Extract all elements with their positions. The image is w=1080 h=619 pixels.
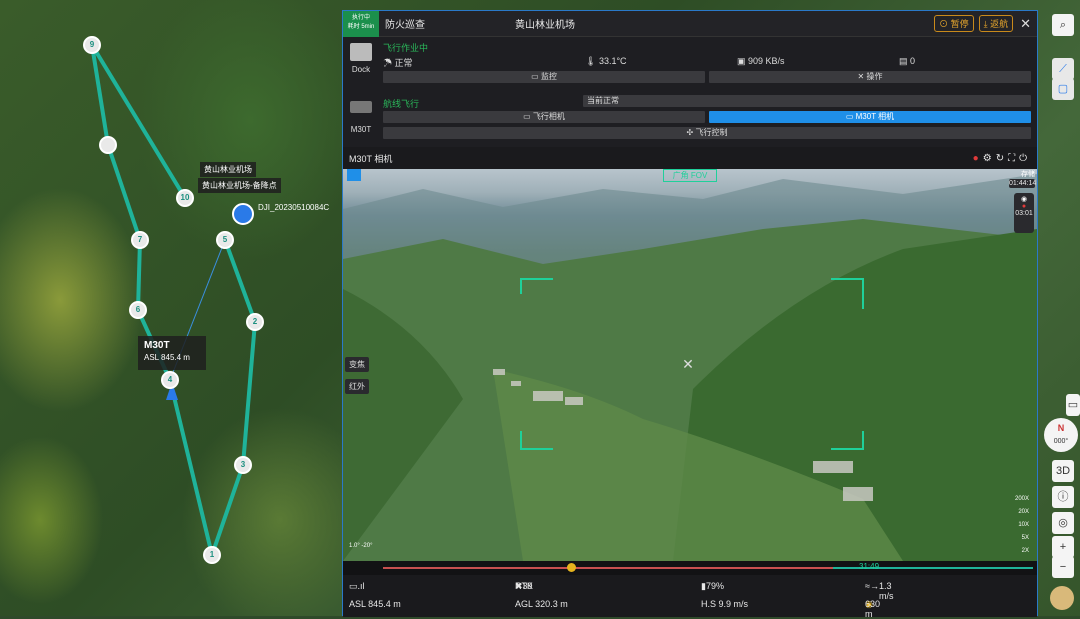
timeline-time: 31:49: [859, 562, 880, 571]
waypoint-10[interactable]: 10: [176, 189, 194, 207]
dock-side: Dock: [343, 43, 379, 74]
fly-camera-button[interactable]: ▭ 飞行相机: [383, 111, 705, 123]
fly-control-button[interactable]: ✣ 飞行控制: [383, 127, 1031, 139]
timeline[interactable]: 31:49: [343, 561, 1037, 575]
drone-asl: ASL 845.4 m: [144, 353, 190, 362]
capture-panel[interactable]: ◉ ● 03:01: [1014, 193, 1034, 233]
dock-section: Dock 飞行作业中 ☂ 正常 🌡 33.1°C ▣ 909 KB/s ▤ 0 …: [343, 37, 1037, 93]
weather-status: ☂ 正常: [383, 58, 413, 68]
dock-marker-icon[interactable]: [232, 203, 254, 225]
power-icon: ⏻: [1019, 152, 1031, 164]
drone-side: M30T: [343, 101, 379, 134]
search-icon[interactable]: ⌕: [1052, 14, 1074, 36]
m30t-camera-button[interactable]: ▭ M30T 相机: [709, 111, 1031, 123]
dock-name: 黄山林业机场: [515, 20, 575, 31]
3d-toggle[interactable]: 3D: [1052, 460, 1074, 482]
timeline-handle[interactable]: [567, 563, 576, 572]
dock-alt-map-label: 黄山林业机场-备降点: [198, 178, 281, 193]
signal-icon: ▭.ıl: [349, 581, 365, 591]
video-title: M30T 相机: [349, 153, 393, 164]
zoom-out-icon[interactable]: −: [1052, 556, 1074, 578]
route-tool-icon[interactable]: ⟋: [1052, 58, 1074, 80]
close-icon[interactable]: ✕: [1020, 16, 1031, 32]
dock-map-label: 黄山林业机场: [200, 162, 256, 177]
operate-button[interactable]: ✕ 操作: [709, 71, 1031, 83]
area-tool-icon[interactable]: ▢: [1052, 78, 1074, 100]
status-badge: 执行中 耗时 5min: [343, 10, 379, 37]
wind-readout: ≈→ 1.3 m/s: [865, 581, 894, 601]
drone-name: M30T: [144, 340, 170, 351]
temperature: 🌡 33.1°C: [585, 56, 627, 66]
control-panel: 执行中 耗时 5min 防火巡查 黄山林业机场 ⊙ 暂停 ⤓ 返航 ✕ Dock …: [342, 10, 1038, 619]
svg-text:✕: ✕: [682, 356, 694, 372]
waypoint-4[interactable]: 4: [161, 371, 179, 389]
drone-info-card: M30T ASL 845.4 m: [138, 336, 206, 370]
waypoint-8[interactable]: [99, 136, 117, 154]
zoom-button[interactable]: 变焦: [345, 357, 369, 372]
rtk-readout: RTK ✖ 39: [515, 581, 533, 591]
waypoint-9[interactable]: 9: [83, 36, 101, 54]
waypoint-5[interactable]: 5: [216, 231, 234, 249]
waypoint-1[interactable]: 1: [203, 546, 221, 564]
route-overlay: [90, 43, 258, 563]
pause-button[interactable]: ⊙ 暂停: [934, 15, 974, 32]
waypoint-2[interactable]: 2: [246, 313, 264, 331]
gimbal-readout: 1.0° -20°: [349, 543, 373, 549]
drone-section: M30T 航线飞行 当前正常 ▭ 飞行相机 ▭ M30T 相机 ✣ 飞行控制: [343, 93, 1037, 149]
message-icon[interactable]: ▭: [1066, 394, 1080, 416]
drone-status: 当前正常: [583, 95, 1031, 107]
dock-phase: 飞行作业中: [383, 43, 429, 53]
asl-readout: ASL 845.4 m: [349, 599, 401, 609]
waypoint-6[interactable]: 6: [129, 301, 147, 319]
hs-readout: H.S 9.9 m/s: [701, 599, 749, 609]
video-controls[interactable]: ●⚙↻⛶⏻: [973, 153, 1031, 164]
fullscreen-icon: ⛶: [1008, 152, 1020, 164]
settings-icon: ⚙: [982, 152, 996, 164]
info-icon[interactable]: ⓘ: [1052, 486, 1074, 508]
waypoint-7[interactable]: 7: [131, 231, 149, 249]
monitor-button[interactable]: ▭ 监控: [383, 71, 705, 83]
video-header: M30T 相机 ●⚙↻⛶⏻: [343, 147, 1037, 169]
return-button[interactable]: ⤓ 返航: [978, 15, 1014, 32]
photo-icon: ◉: [1020, 196, 1028, 203]
drone-icon: [350, 101, 372, 113]
locate-icon[interactable]: ◎: [1052, 512, 1074, 534]
dock-icon: [350, 43, 372, 61]
network-speed: ▣ 909 KB/s: [737, 56, 785, 66]
agl-readout: AGL 320.3 m: [515, 599, 568, 609]
waypoint-3[interactable]: 3: [234, 456, 252, 474]
telemetry-bar: ▭.ıl RTK ✖ 39 ▮ 79% ≈→ 1.3 m/s ASL 845.4…: [343, 575, 1037, 619]
avatar[interactable]: [1050, 586, 1074, 610]
battery-readout: ▮ 79%: [701, 581, 724, 591]
camera-icon[interactable]: [347, 169, 361, 181]
zoom-in-icon[interactable]: +: [1052, 536, 1074, 558]
panel-header: 执行中 耗时 5min 防火巡查 黄山林业机场 ⊙ 暂停 ⤓ 返航 ✕: [343, 10, 1037, 37]
mission-name: 防火巡查: [385, 20, 425, 31]
infrared-button[interactable]: 红外: [345, 379, 369, 394]
storage-label: 存储: [1021, 171, 1035, 178]
zoom-scale[interactable]: 200X 20X 10X 5X 2X: [1015, 493, 1029, 558]
dji-file-label: DJI_20230510084C: [258, 203, 330, 212]
video-feed[interactable]: ✕ 广角 FOV 存储 01:44:14 ◉ ● 03:01 变焦 红外 200X 2…: [343, 169, 1037, 561]
drone-phase: 航线飞行: [383, 99, 420, 109]
rec-icon: ●: [1021, 203, 1027, 210]
zoom-fov-label: 广角 FOV: [663, 169, 717, 182]
dock-count: ▤ 0: [899, 56, 916, 66]
terrain-art: ✕: [343, 174, 1037, 561]
elapsed-time: 01:44:14: [1009, 179, 1037, 188]
compass-icon[interactable]: N 000°: [1044, 418, 1078, 452]
refresh-icon: ↻: [995, 152, 1009, 164]
record-icon: ●: [972, 152, 983, 164]
